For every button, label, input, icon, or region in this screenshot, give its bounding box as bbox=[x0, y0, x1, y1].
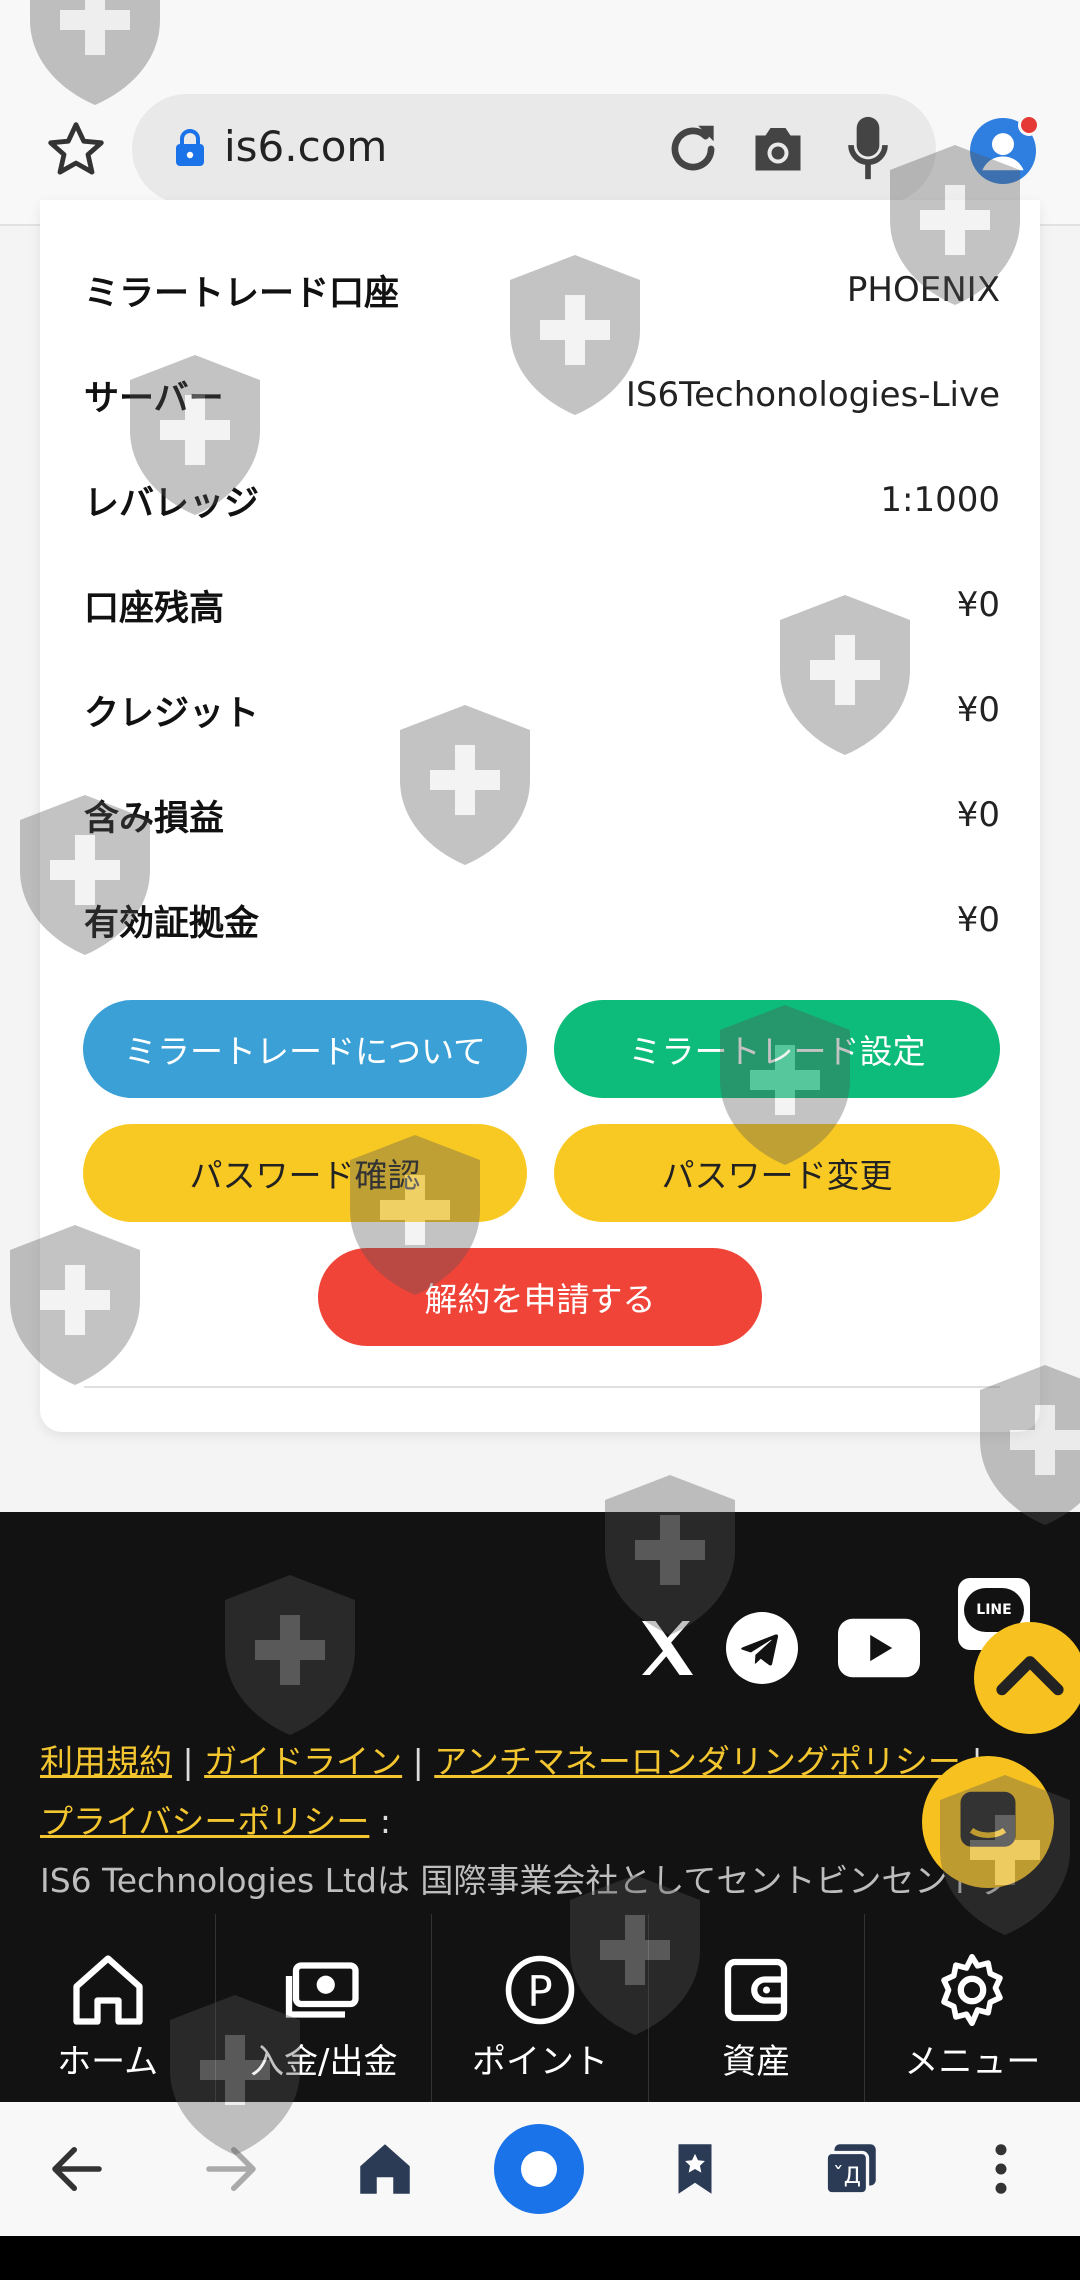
row-label: サーバー bbox=[84, 378, 224, 419]
wallet-icon bbox=[725, 1958, 788, 2022]
row-value: ¥0 bbox=[956, 585, 1000, 625]
nav-label: ポイント bbox=[472, 2042, 608, 2082]
mic-icon[interactable] bbox=[848, 114, 888, 182]
row-leverage: レバレッジ 1:1000 bbox=[84, 470, 1000, 530]
row-unrealized-pl: 含み損益 ¥0 bbox=[84, 785, 1000, 845]
url-text: is6.com bbox=[224, 122, 388, 171]
telegram-icon[interactable] bbox=[726, 1612, 798, 1684]
browser-toolbar: is6.com bbox=[0, 0, 1080, 226]
row-label: 含み損益 bbox=[84, 798, 225, 839]
mirror-trade-settings-button[interactable]: ミラートレード設定 bbox=[554, 1000, 1000, 1098]
nav-label: 資産 bbox=[722, 2042, 791, 2082]
youtube-icon[interactable] bbox=[838, 1608, 920, 1688]
row-label: 有効証拠金 bbox=[84, 903, 260, 944]
system-nav-bar bbox=[0, 2236, 1080, 2280]
star-icon[interactable] bbox=[44, 118, 108, 182]
nav-label: 入金/出金 bbox=[250, 2042, 398, 2082]
browser-bottom-bar: ˇД bbox=[0, 2102, 1080, 2236]
footer-links: 利用規約 | ガイドライン | アンチマネーロンダリングポリシー | プライバシ… bbox=[40, 1732, 1000, 1852]
aml-policy-link[interactable]: アンチマネーロンダリングポリシー bbox=[434, 1742, 961, 1781]
x-icon[interactable] bbox=[630, 1612, 702, 1684]
bookmarks-icon[interactable] bbox=[662, 2136, 728, 2202]
row-label: ミラートレード口座 bbox=[84, 273, 400, 314]
row-value: ¥0 bbox=[956, 900, 1000, 940]
svg-text:ˇД: ˇД bbox=[833, 2164, 861, 2189]
row-server: サーバー IS6Techonologies-Live bbox=[84, 365, 1000, 425]
privacy-policy-link[interactable]: プライバシーポリシー bbox=[40, 1802, 369, 1841]
link-colon: : bbox=[369, 1802, 391, 1841]
chat-button[interactable] bbox=[922, 1756, 1054, 1888]
card-divider bbox=[84, 1386, 1000, 1388]
nav-label: メニュー bbox=[904, 2042, 1041, 2082]
home-icon bbox=[72, 1955, 143, 2025]
home-icon[interactable] bbox=[352, 2136, 418, 2202]
reload-icon[interactable] bbox=[662, 118, 724, 180]
profile-icon[interactable] bbox=[970, 114, 1040, 184]
forward-icon[interactable] bbox=[198, 2136, 264, 2202]
gear-icon bbox=[941, 1953, 1004, 2027]
point-icon: P bbox=[505, 1955, 575, 2025]
nav-label: ホーム bbox=[57, 2042, 159, 2082]
back-icon[interactable] bbox=[44, 2136, 110, 2202]
address-bar[interactable]: is6.com bbox=[132, 94, 936, 204]
about-mirror-trade-button[interactable]: ミラートレードについて bbox=[83, 1000, 527, 1098]
row-value: PHOENIX bbox=[846, 270, 1000, 310]
row-account: ミラートレード口座 PHOENIX bbox=[84, 260, 1000, 320]
row-value: ¥0 bbox=[956, 795, 1000, 835]
row-value: 1:1000 bbox=[880, 480, 1000, 520]
nav-menu[interactable]: メニュー bbox=[865, 1914, 1080, 2102]
row-credit: クレジット ¥0 bbox=[84, 680, 1000, 740]
cancel-request-button[interactable]: 解約を申請する bbox=[318, 1248, 762, 1346]
nav-home[interactable]: ホーム bbox=[0, 1914, 217, 2102]
row-balance: 口座残高 ¥0 bbox=[84, 575, 1000, 635]
terms-link[interactable]: 利用規約 bbox=[40, 1742, 172, 1781]
camera-icon[interactable] bbox=[748, 120, 808, 176]
link-separator: | bbox=[412, 1742, 424, 1781]
row-value: ¥0 bbox=[956, 690, 1000, 730]
chat-icon bbox=[960, 1791, 1016, 1847]
password-change-button[interactable]: パスワード変更 bbox=[554, 1124, 1000, 1222]
nav-points[interactable]: P ポイント bbox=[432, 1914, 649, 2102]
bottom-navigation: ホーム 入金/出金 P ポイント 資産 メニュー bbox=[0, 1914, 1080, 2102]
account-card: ミラートレード口座 PHOENIX サーバー IS6Techonologies-… bbox=[40, 200, 1040, 1432]
row-value: IS6Techonologies-Live bbox=[625, 375, 1000, 415]
link-separator: | bbox=[182, 1742, 194, 1781]
translate-icon[interactable]: ˇД bbox=[818, 2136, 884, 2202]
row-label: クレジット bbox=[84, 693, 260, 734]
guideline-link[interactable]: ガイドライン bbox=[204, 1742, 402, 1781]
row-equity: 有効証拠金 ¥0 bbox=[84, 890, 1000, 950]
notification-dot bbox=[1018, 114, 1040, 136]
more-icon[interactable] bbox=[968, 2136, 1034, 2202]
nav-deposit-withdraw[interactable]: 入金/出金 bbox=[216, 1914, 433, 2102]
row-label: 口座残高 bbox=[84, 588, 225, 629]
lock-icon bbox=[176, 129, 204, 166]
nav-assets[interactable]: 資産 bbox=[649, 1914, 865, 2102]
chevron-up-icon bbox=[996, 1656, 1064, 1696]
password-confirm-button[interactable]: パスワード確認 bbox=[83, 1124, 527, 1222]
scroll-to-top-button[interactable] bbox=[974, 1622, 1080, 1734]
row-label: レバレッジ bbox=[84, 483, 260, 524]
record-icon-dot bbox=[521, 2151, 557, 2187]
record-icon[interactable] bbox=[494, 2124, 584, 2214]
svg-text:P: P bbox=[527, 1967, 552, 2016]
cash-icon bbox=[285, 1962, 359, 2018]
